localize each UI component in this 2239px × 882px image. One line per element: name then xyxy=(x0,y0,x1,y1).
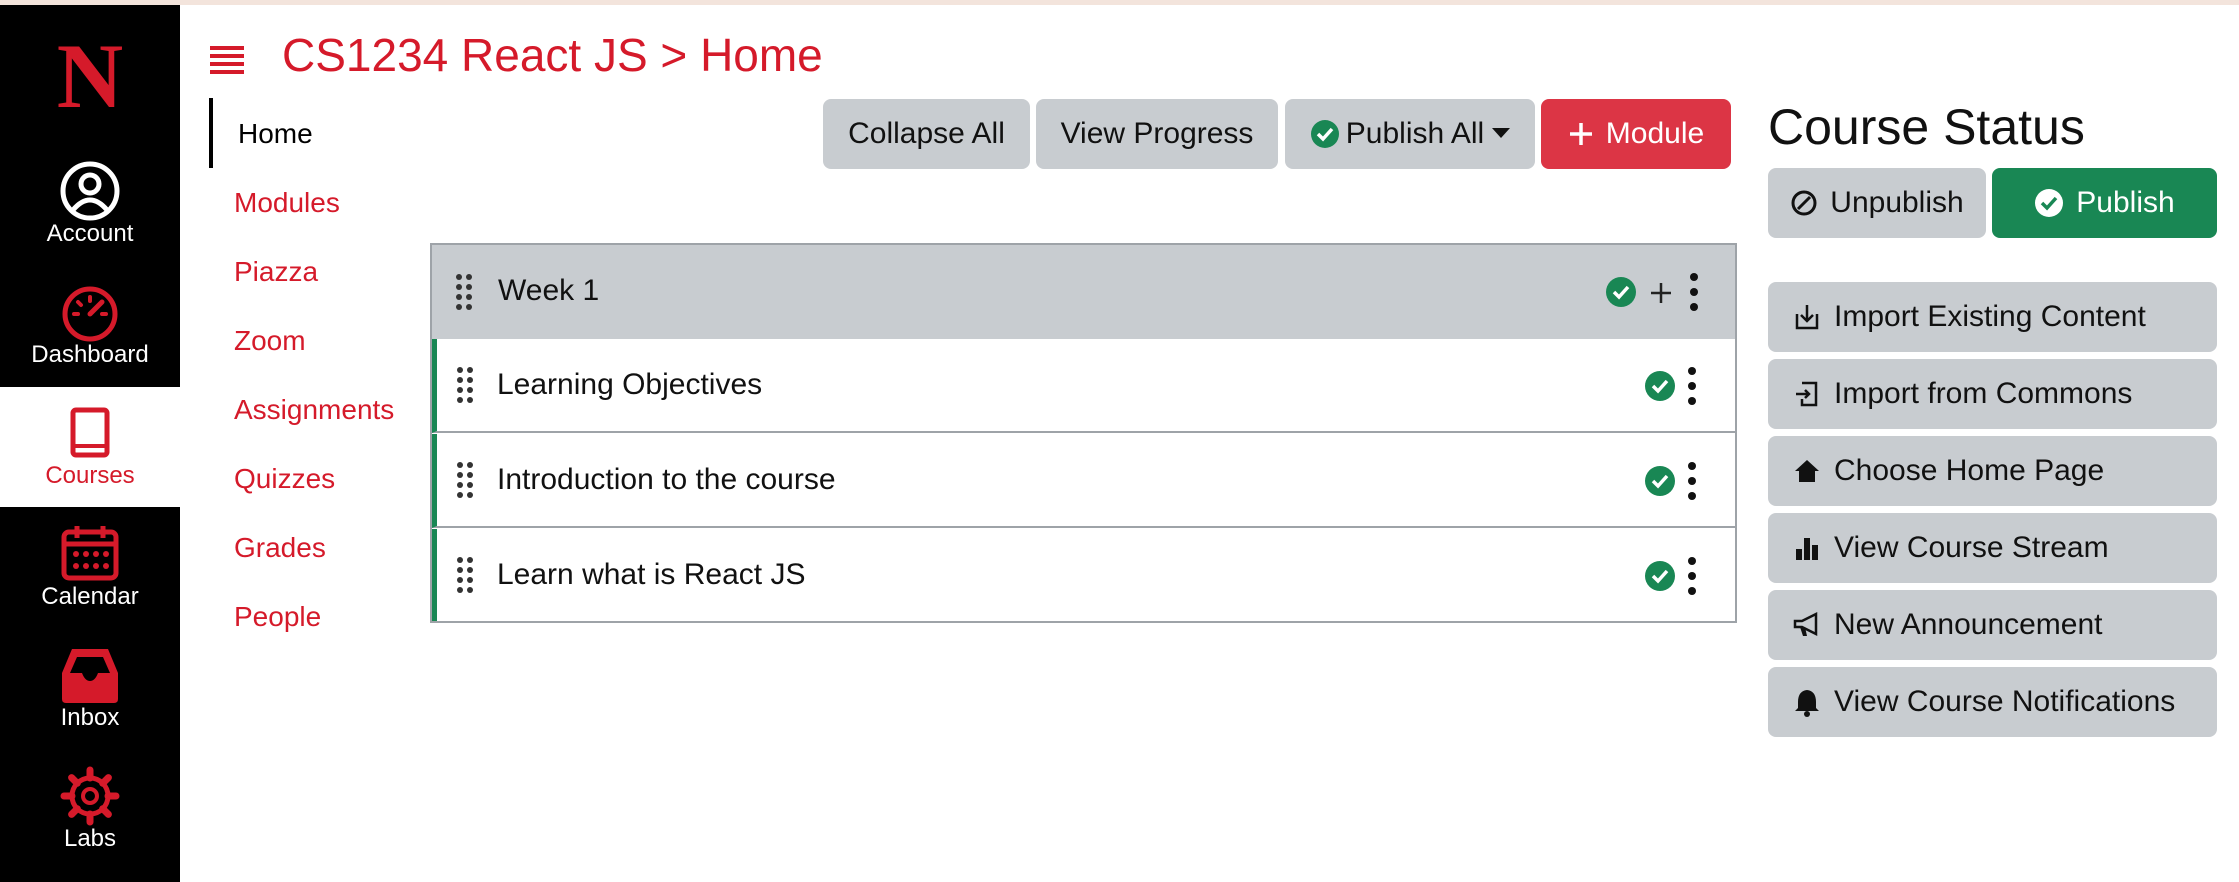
more-options-icon[interactable] xyxy=(1688,272,1700,312)
lesson-title[interactable]: Learning Objectives xyxy=(497,368,762,402)
import-from-commons-label: Import from Commons xyxy=(1834,377,2133,410)
university-logo[interactable]: N xyxy=(40,25,140,127)
drag-handle-icon[interactable] xyxy=(455,556,475,596)
view-progress-label: View Progress xyxy=(1060,117,1254,150)
megaphone-icon xyxy=(1793,611,1818,637)
nav-labs-label: Labs xyxy=(63,825,117,852)
plus-icon xyxy=(1569,123,1592,145)
import-existing-content-button[interactable]: Import Existing Content xyxy=(1768,282,2217,352)
home-icon xyxy=(1795,460,1819,482)
lesson-row[interactable]: Learning Objectives xyxy=(432,339,1735,433)
published-check-icon[interactable] xyxy=(1605,276,1637,308)
course-nav-piazza[interactable]: Piazza xyxy=(234,256,318,288)
top-divider xyxy=(0,0,2239,5)
inbox-icon xyxy=(62,649,118,703)
active-indicator xyxy=(209,98,213,168)
module-list: Week 1 Learning Objectives Introduction … xyxy=(430,243,1737,623)
caret-down-icon xyxy=(1492,128,1511,138)
published-check-icon[interactable] xyxy=(1644,370,1676,402)
choose-home-page-button[interactable]: Choose Home Page xyxy=(1768,436,2217,506)
nav-courses-label: Courses xyxy=(45,462,135,489)
course-status-title: Course Status xyxy=(1768,99,2085,155)
new-announcement-button[interactable]: New Announcement xyxy=(1768,590,2217,660)
published-check-icon[interactable] xyxy=(1644,560,1676,592)
check-circle-icon xyxy=(1310,120,1339,148)
course-nav-assignments[interactable]: Assignments xyxy=(234,394,394,426)
drag-handle-icon[interactable] xyxy=(455,366,475,406)
view-course-notifications-label: View Course Notifications xyxy=(1834,685,2176,718)
account-icon xyxy=(60,161,120,221)
view-course-stream-label: View Course Stream xyxy=(1834,531,2109,564)
hamburger-menu-icon[interactable] xyxy=(210,44,244,78)
lesson-row[interactable]: Introduction to the course xyxy=(432,434,1735,528)
unpublish-button[interactable]: Unpublish xyxy=(1768,168,1986,238)
more-options-icon[interactable] xyxy=(1686,366,1698,406)
global-nav: N Account Dashboard Courses Calendar Inb… xyxy=(0,5,180,882)
unpublish-label: Unpublish xyxy=(1830,186,1964,219)
nav-calendar[interactable]: Calendar xyxy=(0,508,180,628)
page-title: CS1234 React JS > Home xyxy=(282,29,823,81)
dashboard-icon xyxy=(62,286,118,342)
add-item-icon[interactable] xyxy=(1650,282,1672,304)
calendar-icon xyxy=(61,526,119,581)
gear-icon xyxy=(60,766,120,826)
publish-label: Publish xyxy=(2076,186,2175,219)
bar-chart-icon xyxy=(1796,538,1818,560)
svg-text:N: N xyxy=(57,35,123,115)
nav-account[interactable]: Account xyxy=(0,145,180,265)
check-circle-icon xyxy=(2035,189,2064,217)
published-check-icon[interactable] xyxy=(1644,465,1676,497)
commons-icon xyxy=(1796,381,1818,407)
view-course-notifications-button[interactable]: View Course Notifications xyxy=(1768,667,2217,737)
nav-dashboard[interactable]: Dashboard xyxy=(0,266,180,386)
collapse-all-button[interactable]: Collapse All xyxy=(823,99,1030,169)
course-nav-modules[interactable]: Modules xyxy=(234,187,340,219)
choose-home-page-label: Choose Home Page xyxy=(1834,454,2105,487)
import-existing-content-label: Import Existing Content xyxy=(1834,300,2146,333)
collapse-all-label: Collapse All xyxy=(848,117,1005,150)
view-progress-button[interactable]: View Progress xyxy=(1036,99,1278,169)
drag-handle-icon[interactable] xyxy=(454,273,474,313)
book-icon xyxy=(70,407,110,458)
drag-handle-icon[interactable] xyxy=(455,461,475,501)
lesson-row[interactable]: Learn what is React JS xyxy=(432,529,1735,621)
course-nav-people[interactable]: People xyxy=(234,601,321,633)
more-options-icon[interactable] xyxy=(1686,556,1698,596)
publish-all-label: Publish All xyxy=(1345,117,1485,150)
nav-dashboard-label: Dashboard xyxy=(31,341,149,368)
nav-courses[interactable]: Courses xyxy=(0,387,180,507)
module-header[interactable]: Week 1 xyxy=(432,245,1735,341)
lesson-title[interactable]: Introduction to the course xyxy=(497,463,836,497)
nav-labs[interactable]: Labs xyxy=(0,750,180,870)
more-options-icon[interactable] xyxy=(1686,461,1698,501)
add-module-label: Module xyxy=(1605,117,1705,150)
new-announcement-label: New Announcement xyxy=(1834,608,2103,641)
disabled-icon xyxy=(1791,190,1817,216)
import-from-commons-button[interactable]: Import from Commons xyxy=(1768,359,2217,429)
course-nav-home[interactable]: Home xyxy=(238,118,313,150)
publish-all-button[interactable]: Publish All xyxy=(1285,99,1535,169)
course-nav-quizzes[interactable]: Quizzes xyxy=(234,463,335,495)
course-nav-grades[interactable]: Grades xyxy=(234,532,326,564)
module-title: Week 1 xyxy=(498,274,600,307)
nav-account-label: Account xyxy=(46,220,134,247)
nav-inbox[interactable]: Inbox xyxy=(0,629,180,749)
import-icon xyxy=(1795,305,1819,330)
add-module-button[interactable]: Module xyxy=(1541,99,1731,169)
publish-button[interactable]: Publish xyxy=(1992,168,2217,238)
lesson-title[interactable]: Learn what is React JS xyxy=(497,558,805,592)
nav-inbox-label: Inbox xyxy=(60,704,120,731)
nav-calendar-label: Calendar xyxy=(41,583,139,610)
bell-icon xyxy=(1795,690,1819,717)
course-nav-zoom[interactable]: Zoom xyxy=(234,325,306,357)
view-course-stream-button[interactable]: View Course Stream xyxy=(1768,513,2217,583)
